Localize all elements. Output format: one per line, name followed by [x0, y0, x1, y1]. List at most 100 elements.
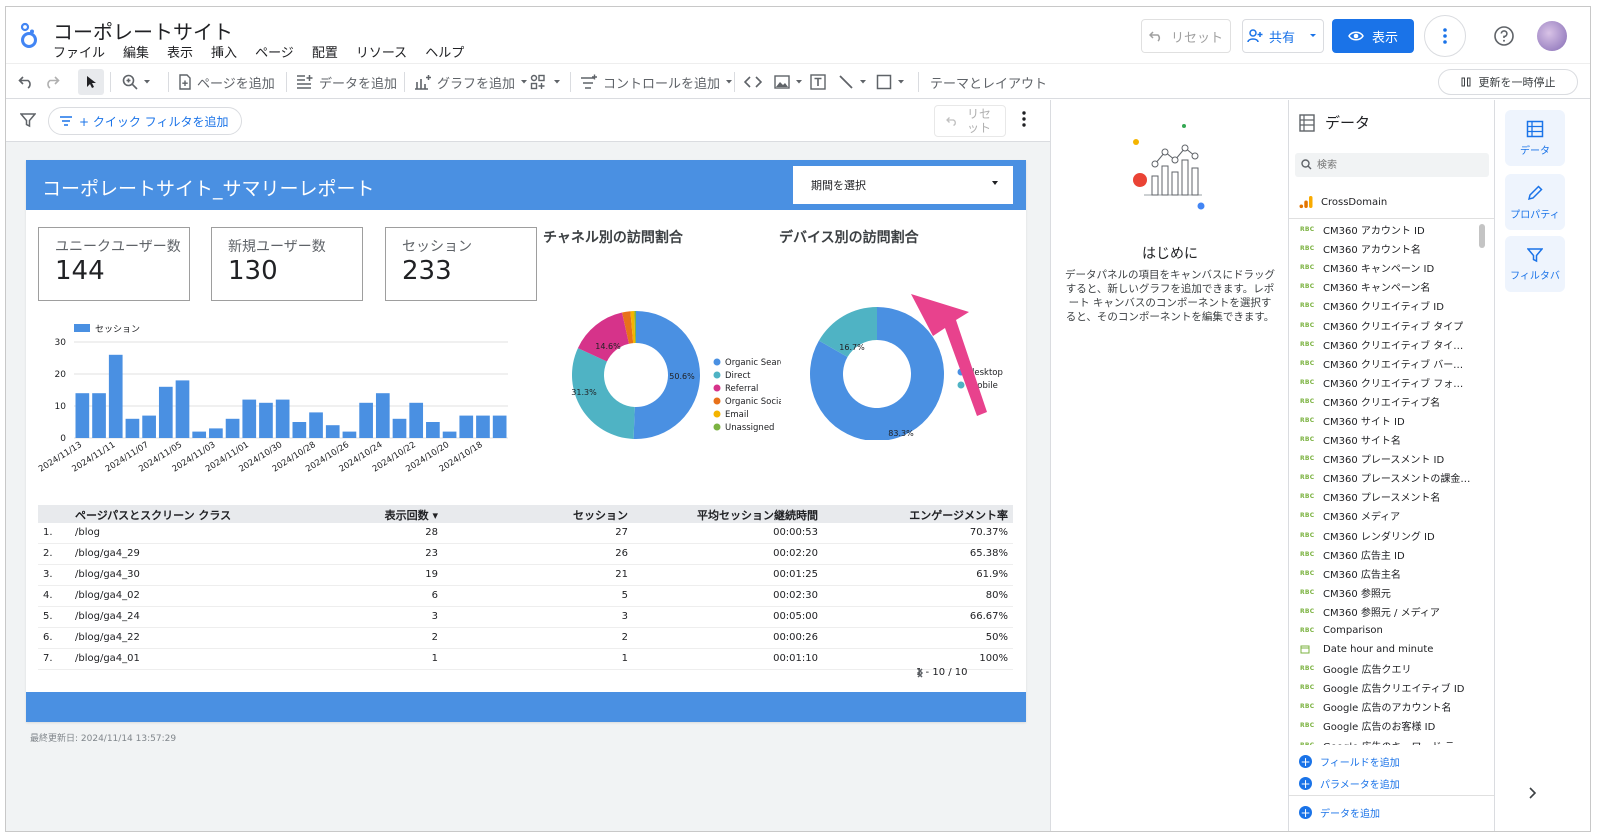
help-icon[interactable]: [1493, 25, 1515, 47]
pause-updates-button[interactable]: 更新を一時停止: [1438, 69, 1578, 95]
table-row[interactable]: 6. /blog/ga4_22 2 2 00:00:26 50%: [38, 628, 1013, 649]
bar[interactable]: [175, 380, 190, 438]
share-button[interactable]: 共有: [1242, 19, 1324, 53]
field-item[interactable]: RBC Google 広告のお客様 ID: [1289, 716, 1479, 735]
field-item[interactable]: RBC CM360 クリエイティブ タイプ: [1289, 315, 1479, 334]
bar[interactable]: [192, 431, 207, 438]
field-item[interactable]: RBCGoogle 広告のキーワード テキスト: [1289, 736, 1479, 745]
rail-data-button[interactable]: データ: [1505, 110, 1565, 166]
kpi-sessions[interactable]: セッション 233: [385, 227, 537, 301]
menu-page[interactable]: ページ: [255, 42, 294, 61]
col-page-path[interactable]: ページパスとスクリーン クラス: [75, 507, 231, 523]
bar[interactable]: [325, 425, 340, 438]
field-item[interactable]: RBC CM360 クリエイティブ ID: [1289, 296, 1479, 315]
menu-help[interactable]: ヘルプ: [425, 42, 464, 61]
field-item[interactable]: RBC CM360 プレースメント名: [1289, 487, 1479, 506]
col-sessions[interactable]: セッション: [508, 507, 628, 523]
field-item[interactable]: RBC CM360 レンダリング ID: [1289, 526, 1479, 545]
line-button[interactable]: [838, 64, 867, 100]
field-item[interactable]: RBC CM360 参照元 / メディア: [1289, 602, 1479, 621]
bar[interactable]: [426, 422, 440, 438]
field-search-input[interactable]: [1295, 153, 1489, 177]
bar[interactable]: [309, 412, 323, 438]
chevron-right-icon[interactable]: [916, 667, 924, 678]
filter-icon[interactable]: [20, 112, 36, 128]
data-source-item[interactable]: CrossDomain: [1299, 195, 1387, 209]
field-item[interactable]: RBC CM360 サイト名: [1289, 430, 1479, 449]
field-item[interactable]: RBC CM360 クリエイティブ タイプ ID: [1289, 335, 1479, 354]
field-item[interactable]: RBC Comparison: [1289, 621, 1479, 640]
channel-donut-chart[interactable]: 50.6% 31.3% 14.6% Organic Search Direct Refer…: [541, 290, 781, 440]
rail-filter-button[interactable]: フィルタバ: [1505, 236, 1565, 292]
bar[interactable]: [375, 393, 390, 438]
report-page[interactable]: コーポレートサイト_サマリーレポート 期間を選択 ユニークユーザー数 144 新…: [26, 160, 1026, 722]
bar[interactable]: [492, 415, 507, 438]
bar[interactable]: [92, 393, 106, 438]
add-data-link[interactable]: + データを追加: [1299, 805, 1380, 820]
add-component-button[interactable]: [530, 64, 561, 100]
col-engagement-rate[interactable]: エンゲージメント率: [828, 507, 1008, 523]
add-chart-button[interactable]: グラフを追加: [414, 64, 528, 100]
menu-file[interactable]: ファイル: [53, 42, 105, 61]
theme-layout-button[interactable]: テーマとレイアウト: [930, 64, 1047, 100]
add-control-button[interactable]: コントロールを追加: [580, 64, 733, 100]
field-item[interactable]: RBC Google 広告クリエイティブ ID: [1289, 678, 1479, 697]
add-parameter-button[interactable]: + パラメータを追加: [1299, 776, 1400, 791]
field-item[interactable]: RBC CM360 クリエイティブ バージョン: [1289, 354, 1479, 373]
field-item[interactable]: RBC CM360 プレースメント ID: [1289, 449, 1479, 468]
text-button[interactable]: [810, 64, 826, 100]
table-row[interactable]: 2. /blog/ga4_29 23 26 00:02:20 65.38%: [38, 544, 1013, 565]
field-item[interactable]: RBC CM360 参照元: [1289, 583, 1479, 602]
add-data-button[interactable]: データを追加: [296, 64, 397, 100]
field-item[interactable]: RBC CM360 広告主 ID: [1289, 545, 1479, 564]
col-views[interactable]: 表示回数 ▾: [358, 507, 438, 523]
date-range-select[interactable]: 期間を選択: [793, 166, 1013, 204]
add-page-button[interactable]: ページを追加: [178, 64, 275, 100]
embed-button[interactable]: [744, 64, 762, 100]
field-item[interactable]: RBC CM360 サイト ID: [1289, 411, 1479, 430]
table-row[interactable]: 5. /blog/ga4_24 3 3 00:05:00 66.67%: [38, 607, 1013, 628]
bar[interactable]: [242, 399, 257, 438]
field-item[interactable]: Date hour and minute: [1289, 640, 1479, 659]
bar[interactable]: [125, 418, 140, 438]
field-item[interactable]: RBC CM360 クリエイティブ名: [1289, 392, 1479, 411]
field-item[interactable]: RBC CM360 広告主名: [1289, 564, 1479, 583]
menu-resource[interactable]: リソース: [356, 42, 407, 61]
field-item[interactable]: RBC CM360 キャンペーン名: [1289, 277, 1479, 296]
field-item[interactable]: RBC CM360 アカウント名: [1289, 239, 1479, 258]
table-row[interactable]: 7. /blog/ga4_01 1 1 00:01:10 100%: [38, 649, 1013, 670]
filter-reset-button[interactable]: リセット: [934, 105, 1006, 137]
zoom-button[interactable]: [122, 64, 151, 100]
document-title[interactable]: コーポレートサイト: [53, 16, 233, 45]
field-item[interactable]: RBC CM360 メディア: [1289, 506, 1479, 525]
field-item[interactable]: RBC CM360 プレースメントの課金形態: [1289, 468, 1479, 487]
bar[interactable]: [342, 431, 357, 438]
kpi-unique-users[interactable]: ユニークユーザー数 144: [38, 227, 190, 301]
bar[interactable]: [158, 386, 173, 438]
bar[interactable]: [108, 354, 123, 438]
chevron-down-icon[interactable]: [1307, 31, 1319, 41]
reset-button[interactable]: リセット: [1141, 19, 1231, 53]
bar[interactable]: [359, 402, 373, 438]
bar[interactable]: [209, 428, 223, 438]
field-item[interactable]: RBC CM360 アカウント ID: [1289, 220, 1479, 239]
field-item[interactable]: RBC Google 広告のアカウント名: [1289, 697, 1479, 716]
bar[interactable]: [142, 415, 156, 438]
more-options-button[interactable]: [1424, 15, 1466, 57]
view-button[interactable]: 表示: [1332, 19, 1414, 53]
image-button[interactable]: [774, 64, 803, 100]
bar[interactable]: [442, 431, 457, 438]
bar[interactable]: [392, 418, 407, 438]
chevron-right-icon[interactable]: [1527, 786, 1537, 800]
bar[interactable]: [259, 402, 273, 438]
shape-button[interactable]: [876, 64, 905, 100]
add-field-button[interactable]: + フィールドを追加: [1299, 754, 1400, 769]
table-row[interactable]: 1. /blog 28 27 00:00:53 70.37%: [38, 523, 1013, 544]
select-tool-button[interactable]: [78, 69, 104, 95]
add-quick-filter-button[interactable]: + クイック フィルタを追加: [48, 107, 242, 135]
field-item[interactable]: RBC Google 広告クエリ: [1289, 659, 1479, 678]
menu-arrange[interactable]: 配置: [312, 42, 338, 61]
table-row[interactable]: 4. /blog/ga4_02 6 5 00:02:30 80%: [38, 586, 1013, 607]
kpi-new-users[interactable]: 新規ユーザー数 130: [211, 227, 363, 301]
menu-insert[interactable]: 挿入: [211, 42, 237, 61]
